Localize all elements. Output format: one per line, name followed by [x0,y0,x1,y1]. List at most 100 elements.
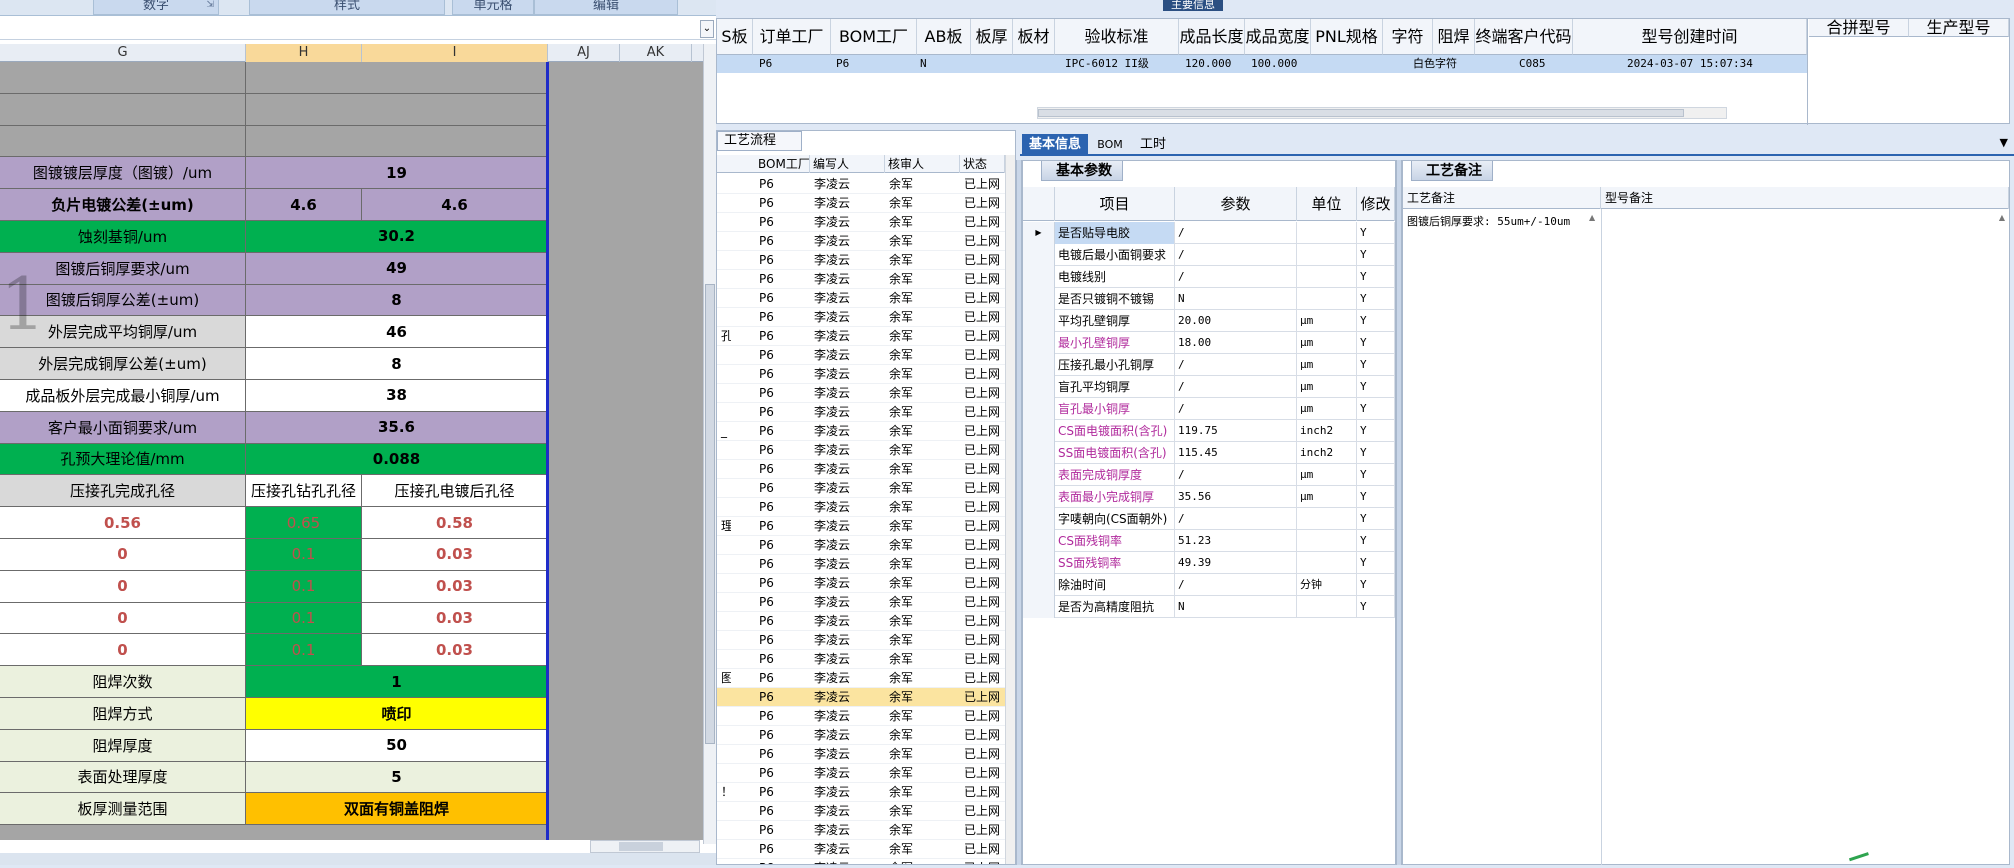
param-modify-flag[interactable]: Y [1357,508,1395,530]
sheet-row[interactable]: 阻焊次数 1 [0,666,548,698]
param-value[interactable]: N [1175,288,1297,310]
cell-drill-diameter[interactable]: 0.65 [246,507,362,539]
process-row[interactable]: P6 李凌云 余军 已上网 [717,840,1005,859]
param-modify-flag[interactable]: Y [1357,420,1395,442]
sheet-row[interactable] [0,125,548,158]
col-header-created-time[interactable]: 型号创建时间 [1573,19,1807,55]
process-row[interactable]: ！ P6 李凌云 余军 已上网 [717,783,1005,802]
param-name[interactable]: 表面最小完成铜厚 [1055,486,1175,508]
param-row[interactable]: SS面电镀面积(含孔) 115.45 inch2 Y [1023,442,1395,464]
process-row[interactable]: 理 P6 李凌云 余军 已上网 [717,517,1005,536]
cell-value[interactable]: 0.088 [246,443,548,476]
col-header-thickness[interactable]: 板厚 [971,19,1013,55]
param-name[interactable]: 平均孔壁铜厚 [1055,310,1175,332]
param-value[interactable]: 119.75 [1175,420,1297,442]
param-modify-flag[interactable]: Y [1357,222,1395,244]
sheet-row[interactable] [0,62,548,94]
scroll-thumb[interactable] [1038,109,1684,117]
param-row[interactable]: 是否为高精度阻抗 N Y [1023,596,1395,618]
param-value[interactable]: / [1175,464,1297,486]
param-row[interactable]: SS面残铜率 49.39 Y [1023,552,1395,574]
param-value[interactable]: / [1175,222,1297,244]
param-value[interactable]: / [1175,376,1297,398]
sheet-row[interactable]: 客户最小面铜要求/um 35.6 [0,411,548,444]
main-info-tab[interactable]: 主要信息 [1163,0,1223,11]
column-header-ak[interactable]: AK [620,44,692,62]
cell-label[interactable]: 压接孔完成孔径 [0,475,246,508]
param-name[interactable]: 是否为高精度阻抗 [1055,596,1175,618]
col-header-item[interactable]: 项目 [1055,187,1175,221]
process-row[interactable]: P6 李凌云 余军 已上网 [717,821,1005,840]
cell-value[interactable]: 38 [246,380,548,412]
param-unit[interactable] [1297,530,1357,552]
process-row[interactable]: P6 李凌云 余军 已上网 [717,688,1005,707]
param-name[interactable]: SS面残铜率 [1055,552,1175,574]
col-header-writer[interactable]: 编写人 [810,155,885,173]
cell-drill-diameter[interactable]: 0.1 [246,602,362,635]
param-name[interactable]: 盲孔平均铜厚 [1055,376,1175,398]
param-modify-flag[interactable]: Y [1357,596,1395,618]
col-header-bom-factory[interactable]: BOM工厂 [831,19,917,55]
process-row[interactable]: 图 P6 李凌云 余军 已上网 [717,669,1005,688]
scroll-thumb[interactable] [619,842,663,851]
param-unit[interactable]: μm [1297,354,1357,376]
cell-value[interactable]: 49 [246,252,548,285]
col-header-process-note[interactable]: 工艺备注 [1403,187,1601,209]
param-row[interactable]: 电镀后最小面铜要求 / Y [1023,244,1395,266]
param-name[interactable]: 压接孔最小孔铜厚 [1055,354,1175,376]
param-unit[interactable]: μm [1297,332,1357,354]
param-row[interactable]: 最小孔壁铜厚 18.00 μm Y [1023,332,1395,354]
process-row[interactable]: P6 李凌云 余军 已上网 [717,764,1005,783]
param-unit[interactable]: inch2 [1297,442,1357,464]
col-header-bom-factory[interactable]: BOM工厂 [755,155,810,173]
process-row[interactable]: P6 李凌云 余军 已上网 [717,289,1005,308]
param-unit[interactable]: μm [1297,310,1357,332]
param-value[interactable]: N [1175,596,1297,618]
process-row[interactable]: P6 李凌云 余军 已上网 [717,555,1005,574]
cell-label[interactable]: 板厚测量范围 [0,793,246,826]
tab-process-flow[interactable]: 工艺流程 [717,131,802,151]
model-row[interactable]: P6 P6 N IPC-6012 II级 120.000 100.000 白色字… [717,55,1807,73]
cell-header[interactable]: 压接孔电镀后孔径 [362,475,548,508]
process-row[interactable]: P6 李凌云 余军 已上网 [717,650,1005,669]
param-name[interactable]: 电镀后最小面铜要求 [1055,244,1175,266]
col-header-solder-mask[interactable]: 阻焊 [1433,19,1475,55]
param-modify-flag[interactable]: Y [1357,332,1395,354]
param-unit[interactable] [1297,244,1357,266]
process-row[interactable]: P6 李凌云 余军 已上网 [717,251,1005,270]
cell-label[interactable]: 成品板外层完成最小铜厚/um [0,380,246,412]
cell-value[interactable]: 19 [246,157,548,190]
param-name[interactable]: 电镀线别 [1055,266,1175,288]
process-row[interactable]: P6 李凌云 余军 已上网 [717,365,1005,384]
param-modify-flag[interactable]: Y [1357,266,1395,288]
sheet-row[interactable]: 蚀刻基铜/um 30.2 [0,221,548,253]
param-value[interactable]: 51.23 [1175,530,1297,552]
param-name[interactable]: 表面完成铜厚度 [1055,464,1175,486]
param-value[interactable]: / [1175,508,1297,530]
process-row[interactable]: P6 李凌云 余军 已上网 [717,384,1005,403]
process-row[interactable]: P6 李凌云 余军 已上网 [717,479,1005,498]
cell-label[interactable]: 客户最小面铜要求/um [0,411,246,444]
cell-drill-diameter[interactable]: 0.1 [246,634,362,667]
process-note-text[interactable]: 图镀后铜厚要求: 55um+/-10um [1407,213,1570,229]
col-header-production-model[interactable]: 生产型号 [1909,19,2009,37]
param-row[interactable]: 平均孔壁铜厚 20.00 μm Y [1023,310,1395,332]
param-name[interactable]: 是否只镀铜不镀锡 [1055,288,1175,310]
process-row[interactable]: P6 李凌云 余军 已上网 [717,460,1005,479]
cell-value-h[interactable]: 4.6 [246,189,362,221]
scroll-thumb[interactable] [705,284,715,744]
param-name[interactable]: CS面电镀面积(含孔) [1055,420,1175,442]
formula-bar[interactable]: ⌄ [0,18,716,40]
horizontal-scrollbar[interactable] [1037,107,1727,119]
sheet-row[interactable]: 阻焊方式 喷印 [0,698,548,730]
param-row[interactable]: 字唛朝向(CS面朝外) / Y [1023,508,1395,530]
param-value[interactable]: 115.45 [1175,442,1297,464]
cell-label[interactable] [0,62,246,94]
param-name[interactable]: 最小孔壁铜厚 [1055,332,1175,354]
param-row[interactable]: 除油时间 / 分钟 Y [1023,574,1395,596]
cell-drill-diameter[interactable]: 0.1 [246,570,362,603]
cell-label[interactable]: 图镀镀层厚度（图镀）/um [0,157,246,190]
param-modify-flag[interactable]: Y [1357,288,1395,310]
dialog-launcher-icon[interactable]: ⇲ [206,0,214,11]
cell-label[interactable]: 阻焊方式 [0,698,246,730]
